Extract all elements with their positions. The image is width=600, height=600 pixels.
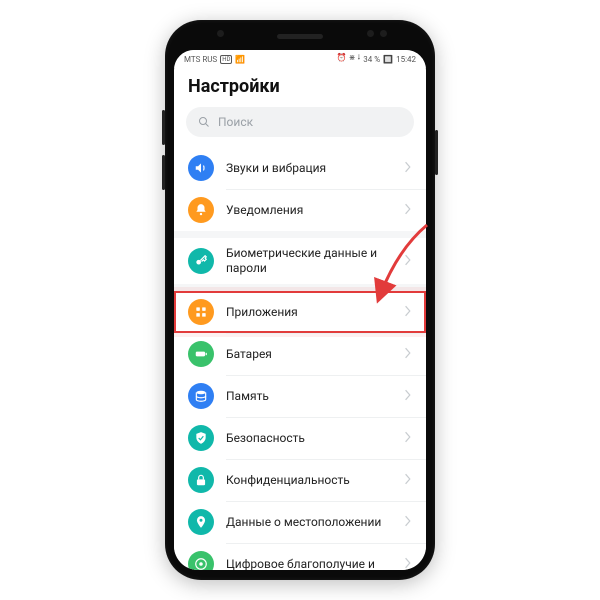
settings-list: Звуки и вибрация Уведомления Биометричес… [174,147,426,570]
row-notifications[interactable]: Уведомления [174,189,426,231]
row-wellbeing[interactable]: Цифровое благополучие и [174,543,426,570]
chevron-right-icon [404,161,412,176]
row-label: Биометрические данные и пароли [226,246,392,276]
chevron-right-icon [404,389,412,404]
battery-icon [188,341,214,367]
key-icon [188,248,214,274]
search-icon [198,116,210,128]
chevron-right-icon [404,431,412,446]
chevron-right-icon [404,557,412,571]
section-gap [174,231,426,238]
shield-icon [188,425,214,451]
apps-icon [188,299,214,325]
wellbeing-icon [188,551,214,570]
lock-icon [188,467,214,493]
row-battery[interactable]: Батарея [174,333,426,375]
front-camera-cluster [367,30,387,37]
front-sensor [217,30,224,37]
row-security[interactable]: Безопасность [174,417,426,459]
phone-frame: MTS RUS HD 📶 ⏰ ⋇ ⭭ 34 % 🔲 15:42 Настройк… [165,20,435,580]
row-memory[interactable]: Память [174,375,426,417]
bell-icon [188,197,214,223]
row-sound[interactable]: Звуки и вибрация [174,147,426,189]
search-placeholder: Поиск [218,115,253,129]
battery-percent: 34 % [363,55,380,64]
row-location[interactable]: Данные о местоположении [174,501,426,543]
row-privacy[interactable]: Конфиденциальность [174,459,426,501]
chevron-right-icon [404,473,412,488]
carrier-label: MTS RUS [184,55,217,64]
pin-icon [188,509,214,535]
signal-icon: 📶 [235,55,245,64]
chevron-right-icon [404,254,412,269]
clock: 15:42 [396,55,416,64]
row-label: Конфиденциальность [226,473,392,488]
search-input[interactable]: Поиск [186,107,414,137]
row-label: Уведомления [226,203,392,218]
page-title: Настройки [174,68,426,107]
row-label: Приложения [226,305,392,320]
status-bar: MTS RUS HD 📶 ⏰ ⋇ ⭭ 34 % 🔲 15:42 [174,50,426,68]
chevron-right-icon [404,347,412,362]
row-label: Данные о местоположении [226,515,392,530]
volume-down-button [162,155,165,190]
storage-icon [188,383,214,409]
row-apps[interactable]: Приложения [174,291,426,333]
row-label: Безопасность [226,431,392,446]
row-label: Батарея [226,347,392,362]
row-label: Цифровое благополучие и [226,557,392,571]
status-icons: ⏰ ⋇ ⭭ [337,52,360,66]
row-label: Звуки и вибрация [226,161,392,176]
section-gap [174,284,426,291]
net-badge: HD [220,55,232,64]
row-biometrics[interactable]: Биометрические данные и пароли [174,238,426,284]
volume-up-button [162,110,165,145]
row-label: Память [226,389,392,404]
volume-icon [188,155,214,181]
battery-icon: 🔲 [383,55,393,64]
chevron-right-icon [404,203,412,218]
screen: MTS RUS HD 📶 ⏰ ⋇ ⭭ 34 % 🔲 15:42 Настройк… [174,50,426,570]
power-button [435,130,438,175]
chevron-right-icon [404,305,412,320]
chevron-right-icon [404,515,412,530]
earpiece-speaker [277,34,323,39]
